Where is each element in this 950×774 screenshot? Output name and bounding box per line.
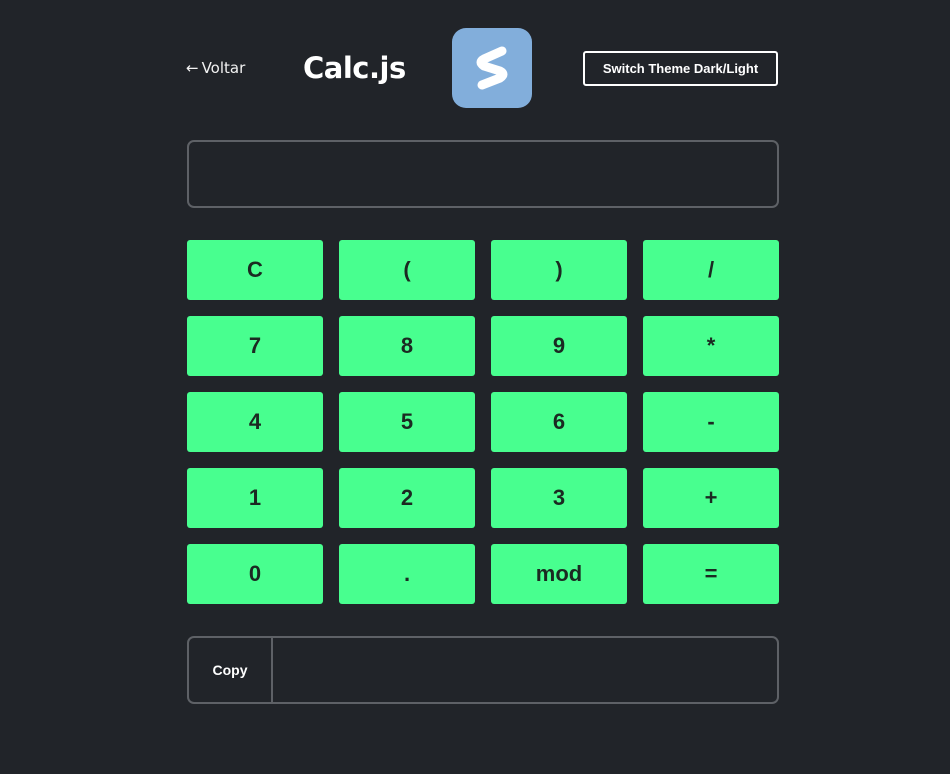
switch-theme-button[interactable]: Switch Theme Dark/Light [583,51,778,86]
key-add[interactable]: + [643,468,779,528]
key-9[interactable]: 9 [491,316,627,376]
key-divide[interactable]: / [643,240,779,300]
key-decimal[interactable]: . [339,544,475,604]
key-subtract[interactable]: - [643,392,779,452]
key-8[interactable]: 8 [339,316,475,376]
key-5[interactable]: 5 [339,392,475,452]
key-2[interactable]: 2 [339,468,475,528]
keypad: C ( ) / 7 8 9 * 4 5 6 - 1 2 3 + 0 . mod … [187,240,779,604]
s-logo-icon [452,28,532,108]
back-link[interactable]: ← Voltar [186,58,245,78]
s-logo-glyph [476,46,508,90]
key-3[interactable]: 3 [491,468,627,528]
key-1[interactable]: 1 [187,468,323,528]
key-clear[interactable]: C [187,240,323,300]
key-6[interactable]: 6 [491,392,627,452]
key-0[interactable]: 0 [187,544,323,604]
copy-button[interactable]: Copy [189,638,273,702]
key-equals[interactable]: = [643,544,779,604]
result-box: Copy [187,636,779,704]
key-open-paren[interactable]: ( [339,240,475,300]
key-multiply[interactable]: * [643,316,779,376]
calculator-app: ← Voltar Calc.js Switch Theme Dark/Light… [0,0,950,774]
key-close-paren[interactable]: ) [491,240,627,300]
page-title: Calc.js [303,51,406,85]
key-4[interactable]: 4 [187,392,323,452]
key-7[interactable]: 7 [187,316,323,376]
expression-display[interactable] [187,140,779,208]
result-field[interactable] [273,638,777,702]
back-link-label: Voltar [201,59,246,77]
arrow-left-icon: ← [186,59,199,77]
key-mod[interactable]: mod [491,544,627,604]
